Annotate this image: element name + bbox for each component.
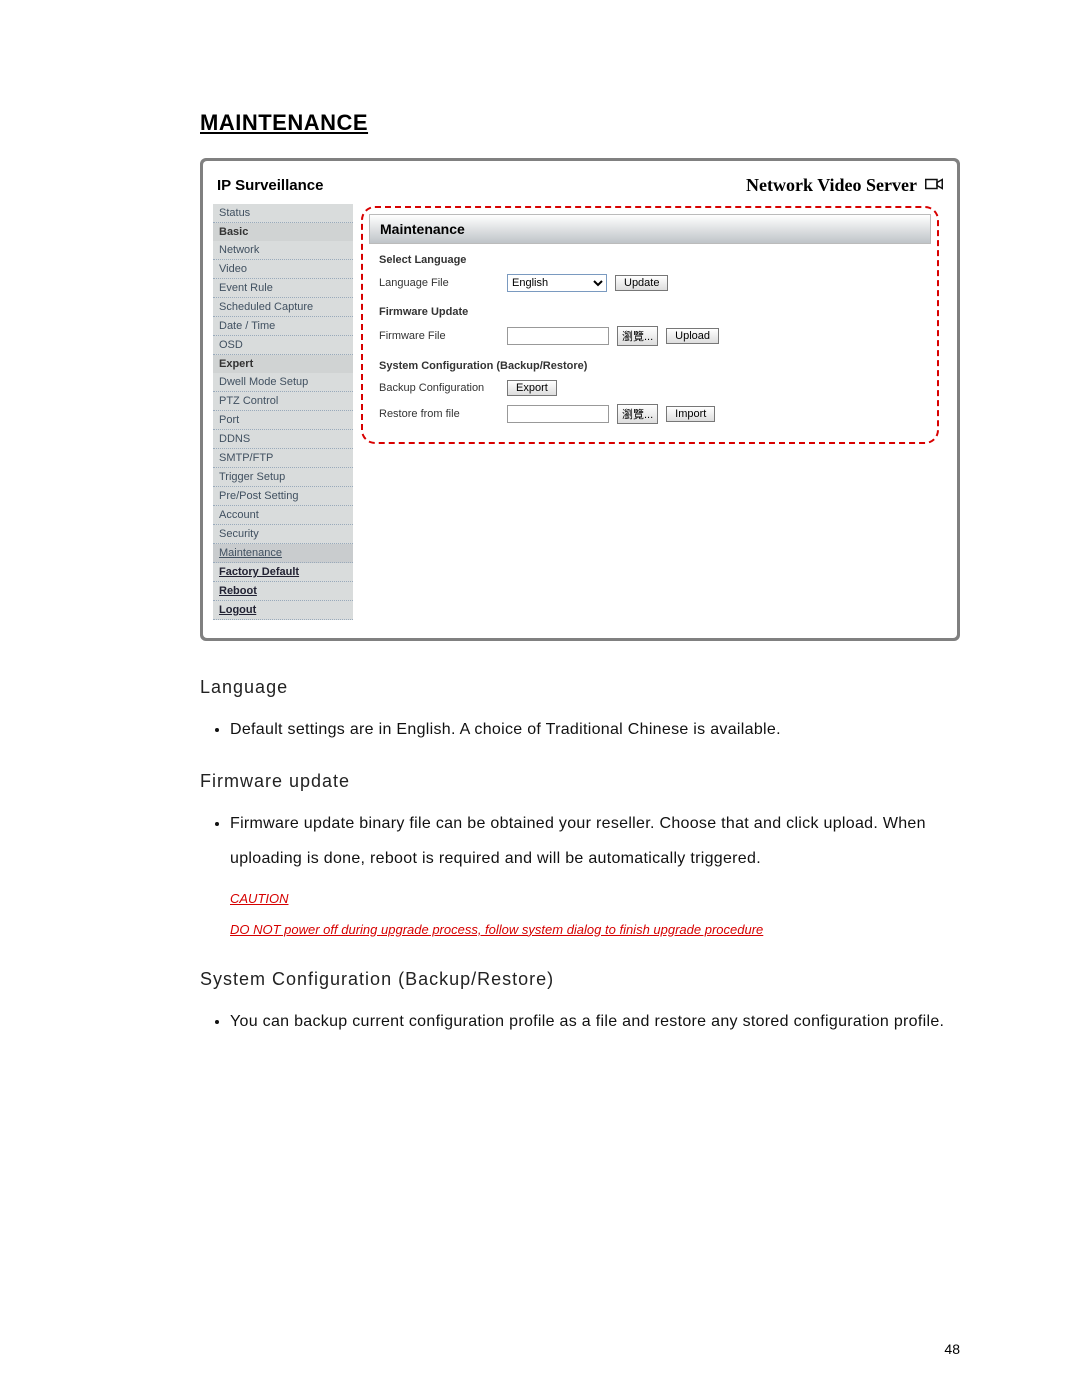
brand-label: IP Surveillance [217, 177, 323, 194]
label-restore-from-file: Restore from file [379, 408, 499, 420]
sidebar: Status Basic Network Video Event Rule Sc… [213, 204, 353, 620]
sidebar-item-osd[interactable]: OSD [213, 336, 353, 355]
label-language-file: Language File [379, 277, 499, 289]
import-button[interactable]: Import [666, 406, 715, 422]
sidebar-category-expert: Expert [213, 355, 353, 373]
sidebar-item-scheduled-capture[interactable]: Scheduled Capture [213, 298, 353, 317]
language-select[interactable]: English [507, 274, 607, 292]
sidebar-item-ddns[interactable]: DDNS [213, 430, 353, 449]
sidebar-item-maintenance[interactable]: Maintenance [213, 544, 353, 563]
firmware-file-path[interactable] [507, 327, 609, 345]
page-number: 48 [944, 1341, 960, 1357]
export-button[interactable]: Export [507, 380, 557, 396]
sidebar-item-prepost[interactable]: Pre/Post Setting [213, 487, 353, 506]
screenshot-frame: IP Surveillance Network Video Server Sta… [200, 158, 960, 641]
label-backup-config: Backup Configuration [379, 382, 499, 394]
product-label: Network Video Server [746, 175, 917, 196]
caution-heading: CAUTION [230, 883, 960, 914]
heading-firmware: Firmware update [200, 771, 960, 792]
update-button[interactable]: Update [615, 275, 668, 291]
sidebar-item-smtp-ftp[interactable]: SMTP/FTP [213, 449, 353, 468]
sidebar-item-date-time[interactable]: Date / Time [213, 317, 353, 336]
sidebar-item-video[interactable]: Video [213, 260, 353, 279]
sidebar-item-dwell-mode[interactable]: Dwell Mode Setup [213, 373, 353, 392]
sidebar-item-network[interactable]: Network [213, 241, 353, 260]
sidebar-item-event-rule[interactable]: Event Rule [213, 279, 353, 298]
caution-body: DO NOT power off during upgrade process,… [230, 914, 960, 945]
label-firmware-file: Firmware File [379, 330, 499, 342]
section-system-config: System Configuration (Backup/Restore) [369, 350, 931, 376]
heading-system-config: System Configuration (Backup/Restore) [200, 969, 960, 990]
bullet-language: Default settings are in English. A choic… [230, 712, 960, 747]
firmware-browse-button[interactable]: 瀏覽... [617, 326, 658, 346]
restore-file-path[interactable] [507, 405, 609, 423]
panel-title: Maintenance [369, 214, 931, 244]
page-title: MAINTENANCE [200, 110, 960, 136]
camera-icon [925, 175, 943, 196]
sidebar-item-ptz[interactable]: PTZ Control [213, 392, 353, 411]
sidebar-item-account[interactable]: Account [213, 506, 353, 525]
sidebar-item-status[interactable]: Status [213, 204, 353, 223]
sidebar-item-reboot[interactable]: Reboot [213, 582, 353, 601]
sidebar-category-basic: Basic [213, 223, 353, 241]
bullet-system-config: You can backup current configuration pro… [230, 1004, 960, 1039]
section-select-language: Select Language [369, 244, 931, 270]
sidebar-item-trigger[interactable]: Trigger Setup [213, 468, 353, 487]
bullet-firmware: Firmware update binary file can be obtai… [230, 806, 960, 876]
sidebar-item-factory-default[interactable]: Factory Default [213, 563, 353, 582]
heading-language: Language [200, 677, 960, 698]
sidebar-item-port[interactable]: Port [213, 411, 353, 430]
sidebar-item-logout[interactable]: Logout [213, 601, 353, 620]
highlight-box: Maintenance Select Language Language Fil… [361, 206, 939, 444]
sidebar-item-security[interactable]: Security [213, 525, 353, 544]
section-firmware-update: Firmware Update [369, 296, 931, 322]
restore-browse-button[interactable]: 瀏覽... [617, 404, 658, 424]
upload-button[interactable]: Upload [666, 328, 719, 344]
